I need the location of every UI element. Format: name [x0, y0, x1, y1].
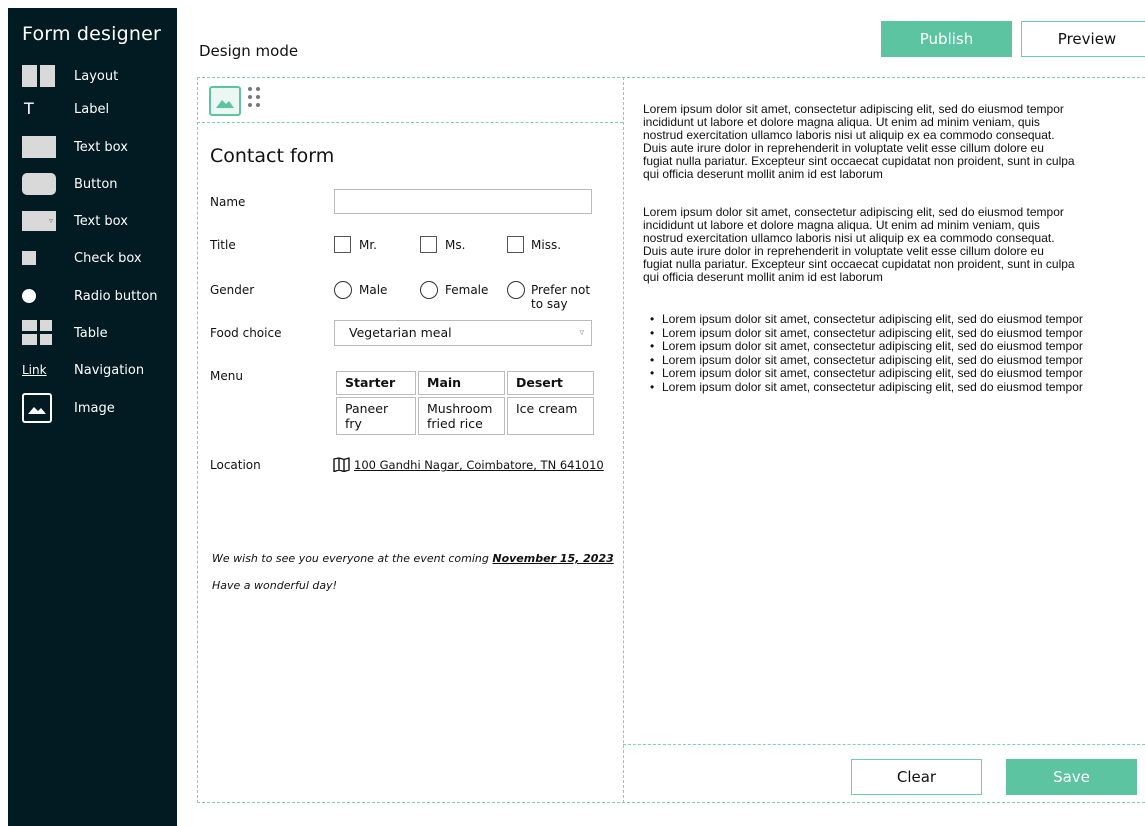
table-cell: Mushroom fried rice [418, 397, 505, 435]
sidebar: Form designer Layout T Label Text box Bu… [8, 8, 177, 826]
gender-label: Gender [210, 283, 255, 297]
menu-label: Menu [210, 369, 243, 383]
title-miss-checkbox[interactable] [507, 236, 524, 253]
bullet-list: Lorem ipsum dolor sit amet, consectetur … [650, 312, 1083, 395]
sidebar-item-label: Image [74, 400, 115, 416]
table-row: Paneer fry Mushroom fried rice Ice cream [336, 397, 594, 435]
list-item: Lorem ipsum dolor sit amet, consectetur … [650, 380, 1083, 395]
sidebar-item-label: Navigation [74, 362, 145, 378]
radio-icon [22, 285, 56, 307]
location-label: Location [210, 458, 261, 472]
sidebar-item-radio-button[interactable]: Radio button [22, 283, 172, 309]
chevron-down-icon: ▿ [579, 328, 584, 338]
sidebar-item-label: Table [74, 325, 108, 341]
gender-male-radio[interactable] [334, 281, 352, 299]
gender-prefer-not-label-line2: to say [531, 297, 568, 311]
sidebar-item-dropdown[interactable]: ▿ Text box [22, 208, 172, 234]
sidebar-item-label: Label [74, 101, 110, 117]
table-cell: Ice cream [507, 397, 594, 435]
title-mr-checkbox[interactable] [334, 236, 351, 253]
text-paragraph-1: Lorem ipsum dolor sit amet, consectetur … [643, 102, 1075, 181]
sidebar-item-button[interactable]: Button [22, 171, 172, 197]
table-header: Main [418, 371, 505, 395]
list-item: Lorem ipsum dolor sit amet, consectetur … [650, 312, 1083, 327]
title-mr-label: Mr. [359, 238, 377, 252]
list-item: Lorem ipsum dolor sit amet, consectetur … [650, 340, 1083, 354]
title-ms-checkbox[interactable] [420, 236, 437, 253]
list-item: Lorem ipsum dolor sit amet, consectetur … [650, 326, 1083, 341]
sidebar-item-label: Text box [74, 213, 128, 229]
text-paragraph-2: Lorem ipsum dolor sit amet, consectetur … [643, 205, 1075, 284]
drag-handle-icon[interactable] [248, 87, 264, 111]
sidebar-item-navigation[interactable]: Link Navigation [22, 357, 172, 383]
button-icon [22, 173, 56, 195]
sidebar-item-layout[interactable]: Layout [22, 63, 172, 89]
title-label: Title [210, 238, 236, 252]
layout-icon [22, 65, 56, 87]
food-choice-label: Food choice [210, 326, 282, 340]
publish-button[interactable]: Publish [881, 21, 1012, 57]
event-date: November 15, 2023 [492, 552, 614, 565]
dropdown-icon: ▿ [22, 210, 56, 232]
table-header: Desert [507, 371, 594, 395]
label-icon: T [24, 99, 34, 118]
title-ms-label: Ms. [445, 238, 466, 252]
location-link[interactable]: 100 Gandhi Nagar, Coimbatore, TN 641010 [354, 458, 604, 472]
closing-note: Have a wonderful day! [212, 579, 338, 592]
checkbox-icon [22, 247, 56, 269]
sidebar-item-text-box[interactable]: Text box [22, 134, 172, 160]
table-cell: Paneer fry [336, 397, 416, 435]
event-note: We wish to see you everyone at the event… [212, 552, 614, 565]
title-miss-label: Miss. [531, 238, 562, 252]
image-icon [22, 393, 56, 423]
form-title: Contact form [210, 145, 335, 167]
table-row: Starter Main Desert [336, 371, 594, 395]
table-header: Starter [336, 371, 416, 395]
map-icon [333, 457, 350, 472]
preview-button[interactable]: Preview [1021, 21, 1145, 57]
sidebar-item-label: Radio button [74, 288, 158, 304]
sidebar-item-label: Layout [74, 68, 119, 84]
name-input[interactable] [334, 189, 592, 214]
sidebar-item-label: Text box [74, 139, 128, 155]
sidebar-item-label-widget[interactable]: T Label [22, 96, 172, 122]
sidebar-item-check-box[interactable]: Check box [22, 245, 172, 271]
gender-prefer-not-radio[interactable] [507, 281, 525, 299]
list-item: Lorem ipsum dolor sit amet, consectetur … [650, 353, 1083, 368]
sidebar-item-label: Check box [74, 250, 142, 266]
save-button[interactable]: Save [1006, 759, 1137, 795]
link-icon: Link [22, 363, 47, 377]
menu-table: Starter Main Desert Paneer fry Mushroom f… [334, 369, 596, 437]
gender-prefer-not-label: Prefer not [531, 283, 591, 297]
sidebar-title: Form designer [22, 23, 162, 45]
image-widget-icon[interactable] [209, 86, 241, 116]
text-box-icon [22, 136, 56, 158]
page-title: Design mode [199, 42, 299, 60]
gender-female-radio[interactable] [420, 281, 438, 299]
gender-female-label: Female [445, 283, 489, 297]
list-item: Lorem ipsum dolor sit amet, consectetur … [650, 367, 1083, 381]
name-label: Name [210, 195, 246, 209]
sidebar-item-image[interactable]: Image [22, 393, 172, 423]
sidebar-item-table[interactable]: Table [22, 320, 172, 346]
table-icon [22, 320, 56, 345]
sidebar-item-label: Button [74, 176, 118, 192]
food-choice-select[interactable]: Vegetarian meal ▿ [334, 320, 592, 346]
food-choice-value: Vegetarian meal [349, 325, 452, 340]
clear-button[interactable]: Clear [851, 759, 982, 795]
gender-male-label: Male [359, 283, 388, 297]
